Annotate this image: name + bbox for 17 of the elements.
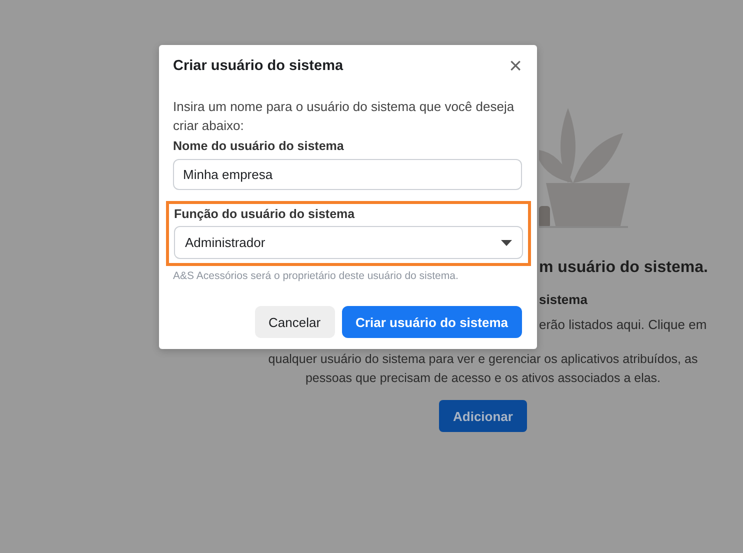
- dialog-title: Criar usuário do sistema: [173, 58, 344, 74]
- create-button[interactable]: Criar usuário do sistema: [342, 306, 522, 338]
- section-heading: m usuário do sistema.: [539, 259, 708, 277]
- cancel-button[interactable]: Cancelar: [254, 306, 335, 338]
- add-button[interactable]: Adicionar: [439, 400, 527, 432]
- description-text: erão listados aqui. Clique em: [539, 316, 707, 334]
- name-input-field[interactable]: Minha empresa: [173, 159, 522, 190]
- caret-icon: [501, 240, 512, 246]
- description-text: qualquer usuário do sistema para ver e gerenciar os aplicativos atribuídos, as: [268, 351, 698, 368]
- field-label: Função do usuário do sistema: [174, 207, 356, 221]
- dialog-description: Insira um nome para o usuário do sistema que você deseja criar abaixo:: [173, 98, 516, 135]
- close-button[interactable]: ×: [509, 56, 522, 76]
- description-text: pessoas que precisam de acesso e os ativos associados a elas.: [305, 370, 661, 387]
- field-label: Nome do usuário do sistema: [173, 139, 345, 153]
- section-subheading: sistema: [539, 292, 588, 307]
- helper-text: A&S Acessórios será o proprietário deste usuário do sistema.: [173, 270, 460, 282]
- role-dropdown[interactable]: Administrador: [174, 226, 523, 259]
